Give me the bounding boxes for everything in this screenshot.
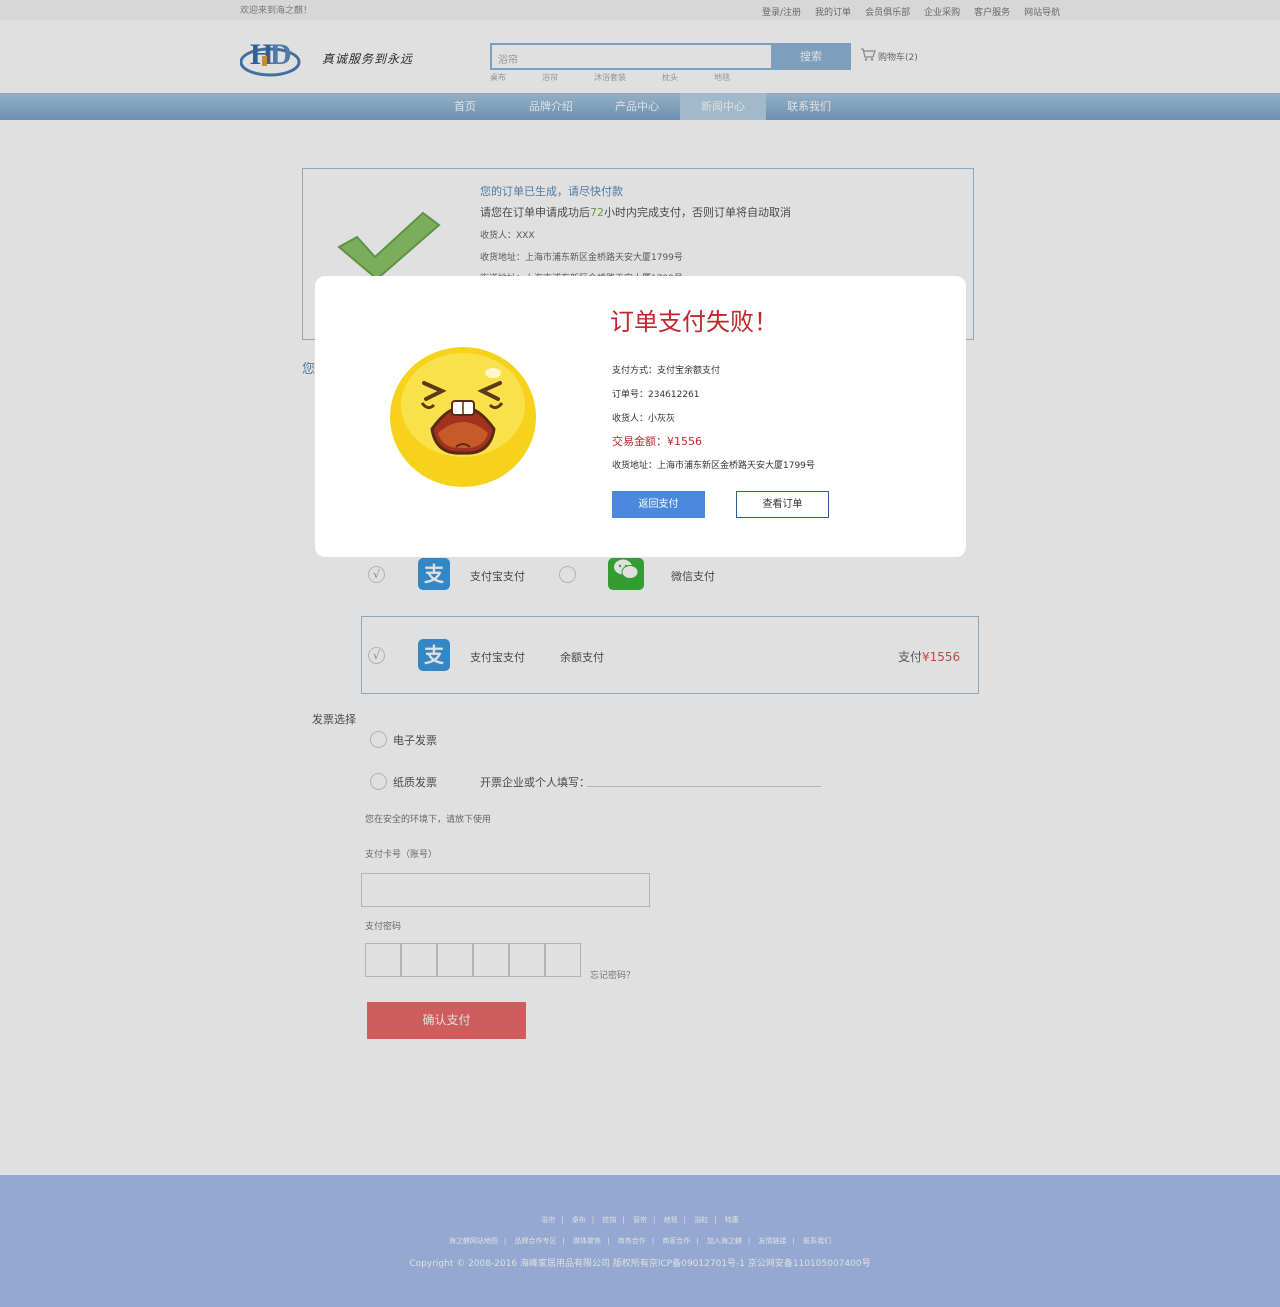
modal-title: 订单支付失败！: [610, 308, 778, 336]
view-order-button[interactable]: 查看订单: [736, 491, 829, 518]
modal-pay-method: 支付方式：支付宝余额支付: [612, 366, 721, 376]
crying-face-icon: [388, 345, 538, 489]
return-to-pay-button[interactable]: 返回支付: [612, 491, 705, 518]
modal-address: 收货地址：上海市浦东新区金桥路天安大厦1799号: [612, 461, 815, 471]
modal-order-number: 订单号：234612261: [612, 390, 700, 400]
modal-receiver: 收货人：小灰灰: [612, 414, 676, 424]
modal-amount: 交易金额：¥1556: [612, 435, 702, 448]
modal-overlay[interactable]: [0, 0, 1280, 1307]
